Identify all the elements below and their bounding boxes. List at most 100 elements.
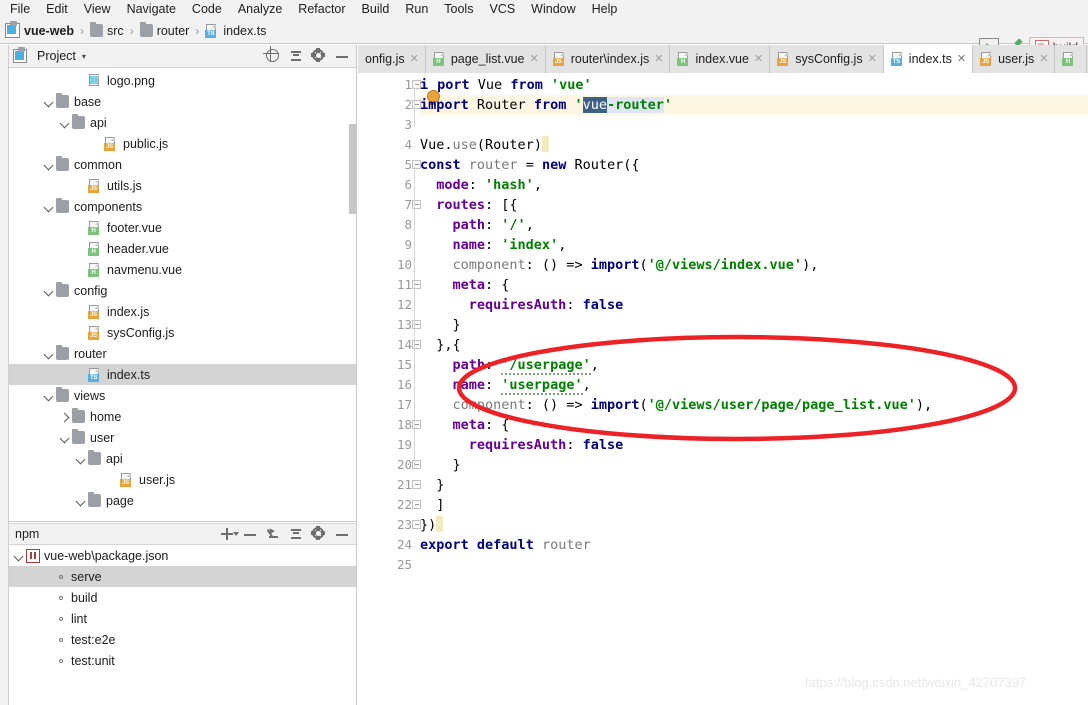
code-line[interactable]: routes: [{	[420, 195, 517, 215]
editor-tab-index-ts[interactable]: TS index.ts ✕	[883, 45, 974, 73]
code-line[interactable]: export default router	[420, 535, 591, 555]
tree-file-utils-js[interactable]: JS utils.js	[9, 175, 356, 196]
code-line[interactable]: requiresAuth: false	[420, 435, 623, 455]
chevron-down-icon[interactable]	[73, 452, 87, 466]
menu-item-build[interactable]: Build	[354, 0, 398, 18]
editor-tab-sysconfig-js[interactable]: JS sysConfig.js ✕	[770, 45, 884, 73]
code-line[interactable]: component: () => import('@/views/index.v…	[420, 255, 819, 275]
collapse-all-icon[interactable]	[289, 527, 303, 541]
tree-folder-views[interactable]: views	[9, 385, 356, 406]
collapse-all-icon[interactable]	[289, 49, 303, 63]
code-line[interactable]: }	[420, 455, 461, 475]
menu-item-code[interactable]: Code	[184, 0, 230, 18]
menu-item-view[interactable]: View	[76, 0, 119, 18]
settings-gear-icon[interactable]	[312, 527, 326, 541]
code-line[interactable]: Vue.use(Router)	[420, 135, 549, 155]
npm-root-package-json[interactable]: vue-web\package.json	[9, 545, 356, 566]
npm-script-test-unit[interactable]: test:unit	[9, 650, 356, 671]
code-line[interactable]: },{	[420, 335, 460, 355]
tree-file-user-js[interactable]: JS user.js	[9, 469, 356, 490]
tree-folder-api[interactable]: api	[9, 448, 356, 469]
tree-file-sysconfig-js[interactable]: JS sysConfig.js	[9, 322, 356, 343]
close-icon[interactable]: ✕	[754, 53, 763, 65]
menu-item-refactor[interactable]: Refactor	[290, 0, 353, 18]
chevron-down-icon[interactable]	[41, 200, 55, 214]
tree-file-index-js[interactable]: JS index.js	[9, 301, 356, 322]
remove-icon[interactable]	[243, 527, 257, 541]
code-line[interactable]: }	[420, 315, 461, 335]
code-line[interactable]: i port Vue from 'vue'	[420, 75, 592, 105]
chevron-down-icon[interactable]	[57, 431, 71, 445]
menu-item-analyze[interactable]: Analyze	[230, 0, 290, 18]
close-icon[interactable]: ✕	[654, 53, 663, 65]
add-icon[interactable]	[220, 527, 239, 541]
chevron-right-icon[interactable]	[57, 410, 71, 424]
tree-file-header-vue[interactable]: Hheader.vue	[9, 238, 356, 259]
tree-file-index-ts[interactable]: TS index.ts	[9, 364, 356, 385]
hide-panel-icon[interactable]	[335, 527, 349, 541]
close-icon[interactable]: ✕	[410, 53, 419, 65]
close-icon[interactable]: ✕	[957, 53, 966, 65]
menu-item-window[interactable]: Window	[523, 0, 583, 18]
chevron-down-icon[interactable]	[41, 284, 55, 298]
menu-item-run[interactable]: Run	[397, 0, 436, 18]
breadcrumb-item-index-ts[interactable]: TS index.ts	[205, 23, 266, 38]
editor-tab-index-vue[interactable]: Hindex.vue ✕	[670, 45, 771, 73]
code-line[interactable]: name: 'index',	[420, 235, 567, 255]
tree-folder-config[interactable]: config	[9, 280, 356, 301]
code-line[interactable]: })	[420, 515, 444, 535]
editor-tab-onfig-js[interactable]: onfig.js ✕	[358, 45, 426, 73]
project-tree[interactable]: logo.png base api JS public.js common JS utils.…	[9, 68, 356, 522]
project-tree-scrollbar[interactable]	[349, 124, 356, 214]
tree-folder-base[interactable]: base	[9, 91, 356, 112]
breadcrumb-item-router[interactable]: router	[139, 22, 189, 38]
tree-folder-api[interactable]: api	[9, 112, 356, 133]
code-line[interactable]: component: () => import('@/views/user/pa…	[420, 395, 933, 415]
code-line[interactable]: path: '/',	[420, 215, 534, 235]
chevron-down-icon[interactable]	[41, 158, 55, 172]
menu-item-vcs[interactable]: VCS	[481, 0, 523, 18]
hide-panel-icon[interactable]	[335, 49, 349, 63]
code-line[interactable]: meta: {	[420, 415, 510, 435]
tree-folder-page[interactable]: page	[9, 490, 356, 511]
editor-tab-clipped[interactable]: H	[1055, 45, 1088, 73]
tree-folder-home[interactable]: home	[9, 406, 356, 427]
tool-window-stripe-left[interactable]	[0, 45, 9, 705]
code-line[interactable]: const router = new Router({	[420, 155, 640, 175]
breadcrumb-item-vue-web[interactable]: vue-web	[5, 21, 74, 38]
chevron-down-icon[interactable]	[11, 549, 25, 563]
editor-code-area[interactable]: i port Vue from 'vue' import Router from '…	[420, 73, 1088, 705]
code-line[interactable]: }	[420, 475, 444, 495]
close-icon[interactable]: ✕	[530, 53, 539, 65]
tree-folder-components[interactable]: components	[9, 196, 356, 217]
menu-item-edit[interactable]: Edit	[38, 0, 76, 18]
tree-folder-router[interactable]: router	[9, 343, 356, 364]
close-icon[interactable]: ✕	[868, 53, 877, 65]
editor-tab-page-list-vue[interactable]: Hpage_list.vue ✕	[425, 45, 546, 73]
code-line[interactable]: mode: 'hash',	[420, 175, 542, 195]
chevron-down-icon[interactable]: ▾	[82, 52, 86, 61]
npm-script-serve[interactable]: serve	[9, 566, 356, 587]
menu-item-help[interactable]: Help	[584, 0, 626, 18]
tree-folder-user[interactable]: user	[9, 427, 356, 448]
close-icon[interactable]: ✕	[1039, 53, 1048, 65]
jump-to-source-icon[interactable]	[266, 527, 280, 541]
npm-scripts-list[interactable]: vue-web\package.json serve build lint test:e…	[9, 545, 356, 671]
editor-tab-router-index-js[interactable]: JS router\index.js ✕	[545, 45, 671, 73]
chevron-down-icon[interactable]	[57, 116, 71, 130]
tree-file-footer-vue[interactable]: Hfooter.vue	[9, 217, 356, 238]
menu-item-navigate[interactable]: Navigate	[119, 0, 184, 18]
code-line[interactable]: path: '/userpage',	[420, 355, 599, 375]
tree-file-navmenu-vue[interactable]: Hnavmenu.vue	[9, 259, 356, 280]
code-editor[interactable]: 1 2 3 4 5 6 7 8 9 10 11 12 13 14 15 16 17 18 19 20 21 22 23 24 2…	[358, 73, 1088, 705]
chevron-down-icon[interactable]	[41, 347, 55, 361]
breadcrumb-item-src[interactable]: src	[90, 22, 124, 38]
chevron-down-icon[interactable]	[73, 494, 87, 508]
locate-target-icon[interactable]	[266, 49, 280, 63]
code-line[interactable]: name: 'userpage',	[420, 375, 591, 395]
npm-script-build[interactable]: build	[9, 587, 356, 608]
npm-script-lint[interactable]: lint	[9, 608, 356, 629]
npm-script-test-e2e[interactable]: test:e2e	[9, 629, 356, 650]
code-line[interactable]: ]	[420, 495, 444, 515]
chevron-down-icon[interactable]	[41, 95, 55, 109]
